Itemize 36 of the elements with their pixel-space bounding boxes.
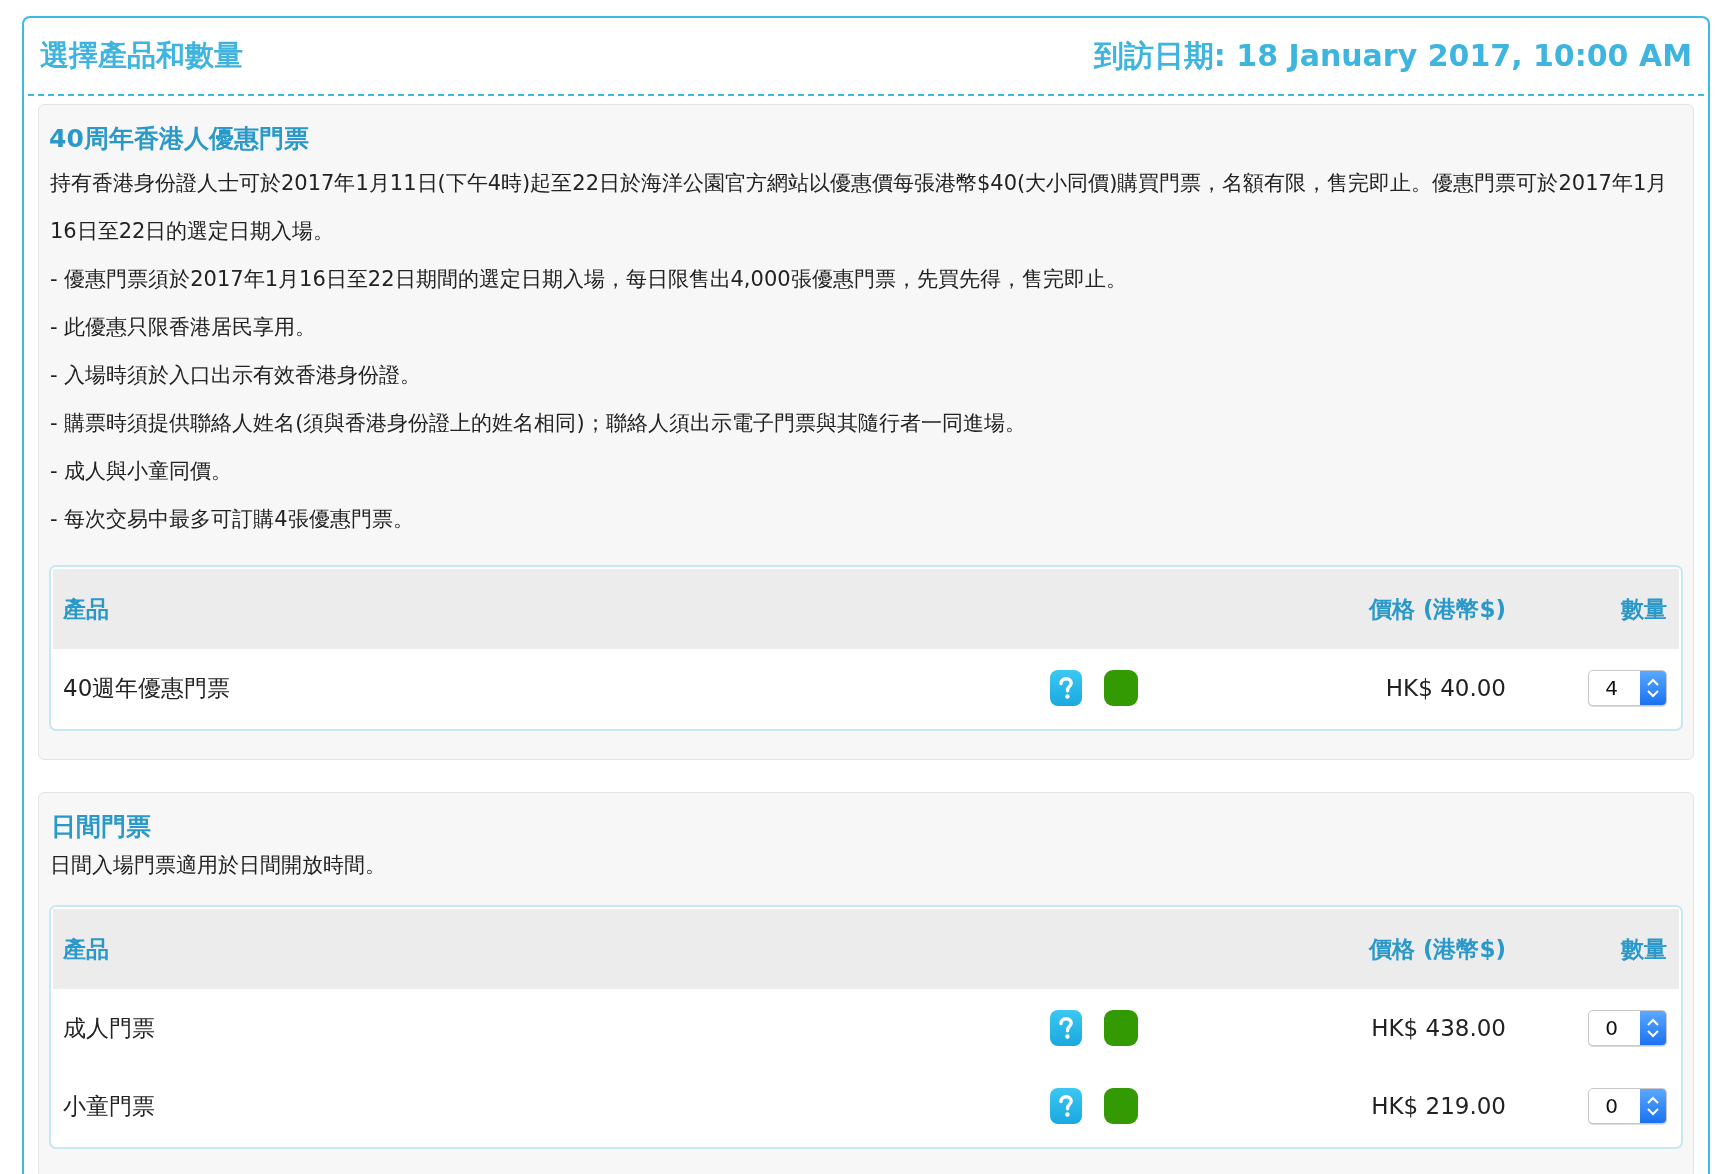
column-header: 數量: [1620, 934, 1668, 964]
description-text: - 優惠門票須於2017年1月16日至22日期間的選定日期入場，每日限售出4,000張優惠門票，先買先得，售完即止。: [49, 266, 1128, 293]
product-name: 成人門票: [62, 1013, 156, 1043]
description-text: - 購票時須提供聯絡人姓名(須與香港身份證上的姓名相同)；聯絡人須出示電子門票與其隨行者一同進場。: [49, 410, 1027, 437]
product-price: HK$ 219.00: [1370, 1093, 1506, 1119]
quantity-select[interactable]: 0: [1588, 1088, 1667, 1124]
square-icon[interactable]: [1104, 670, 1138, 706]
section-title: 40周年香港人優惠門票: [49, 123, 309, 155]
product-name: 40週年優惠門票: [62, 673, 232, 703]
quantity-select[interactable]: 4: [1588, 670, 1667, 706]
visit-date: 到訪日期: 18 January 2017, 10:00 AM: [1093, 36, 1692, 75]
square-icon[interactable]: [1104, 1088, 1138, 1124]
help-icon[interactable]: [1050, 670, 1082, 706]
description-text: - 成人與小童同價。: [49, 458, 234, 485]
description-text: - 入場時須於入口出示有效香港身份證。: [49, 362, 423, 389]
help-icon[interactable]: [1050, 1088, 1082, 1124]
column-header: 產品: [62, 594, 110, 624]
product-price: HK$ 438.00: [1370, 1015, 1506, 1041]
page-title: 選擇產品和數量: [40, 37, 243, 74]
section-title: 日間門票: [50, 811, 151, 843]
column-header: 產品: [62, 934, 110, 964]
chevron-icon: [1646, 677, 1660, 699]
chevron-icon: [1646, 1017, 1660, 1039]
description-text: 持有香港身份證人士可於2017年1月11日(下午4時)起至22日於海洋公園官方網站以優惠價每張港幣$40(大小同價)購買門票，名額有限，售完即止。優惠門票可於2017年1月16日至22日的選定日期入場。: [49, 170, 1669, 245]
description-text: - 每次交易中最多可訂購4張優惠門票。: [49, 506, 415, 533]
product-name: 小童門票: [62, 1091, 156, 1121]
quantity-select[interactable]: 0: [1588, 1010, 1667, 1046]
chevron-icon: [1646, 1095, 1660, 1117]
description-text: - 此優惠只限香港居民享用。: [49, 314, 318, 341]
column-header: 價格 (港幣$): [1367, 594, 1506, 624]
column-header: 數量: [1620, 594, 1668, 624]
column-header: 價格 (港幣$): [1367, 934, 1506, 964]
square-icon[interactable]: [1104, 1010, 1138, 1046]
description-text: 日間入場門票適用於日間開放時間。: [49, 852, 387, 879]
help-icon[interactable]: [1050, 1010, 1082, 1046]
product-price: HK$ 40.00: [1384, 675, 1506, 701]
